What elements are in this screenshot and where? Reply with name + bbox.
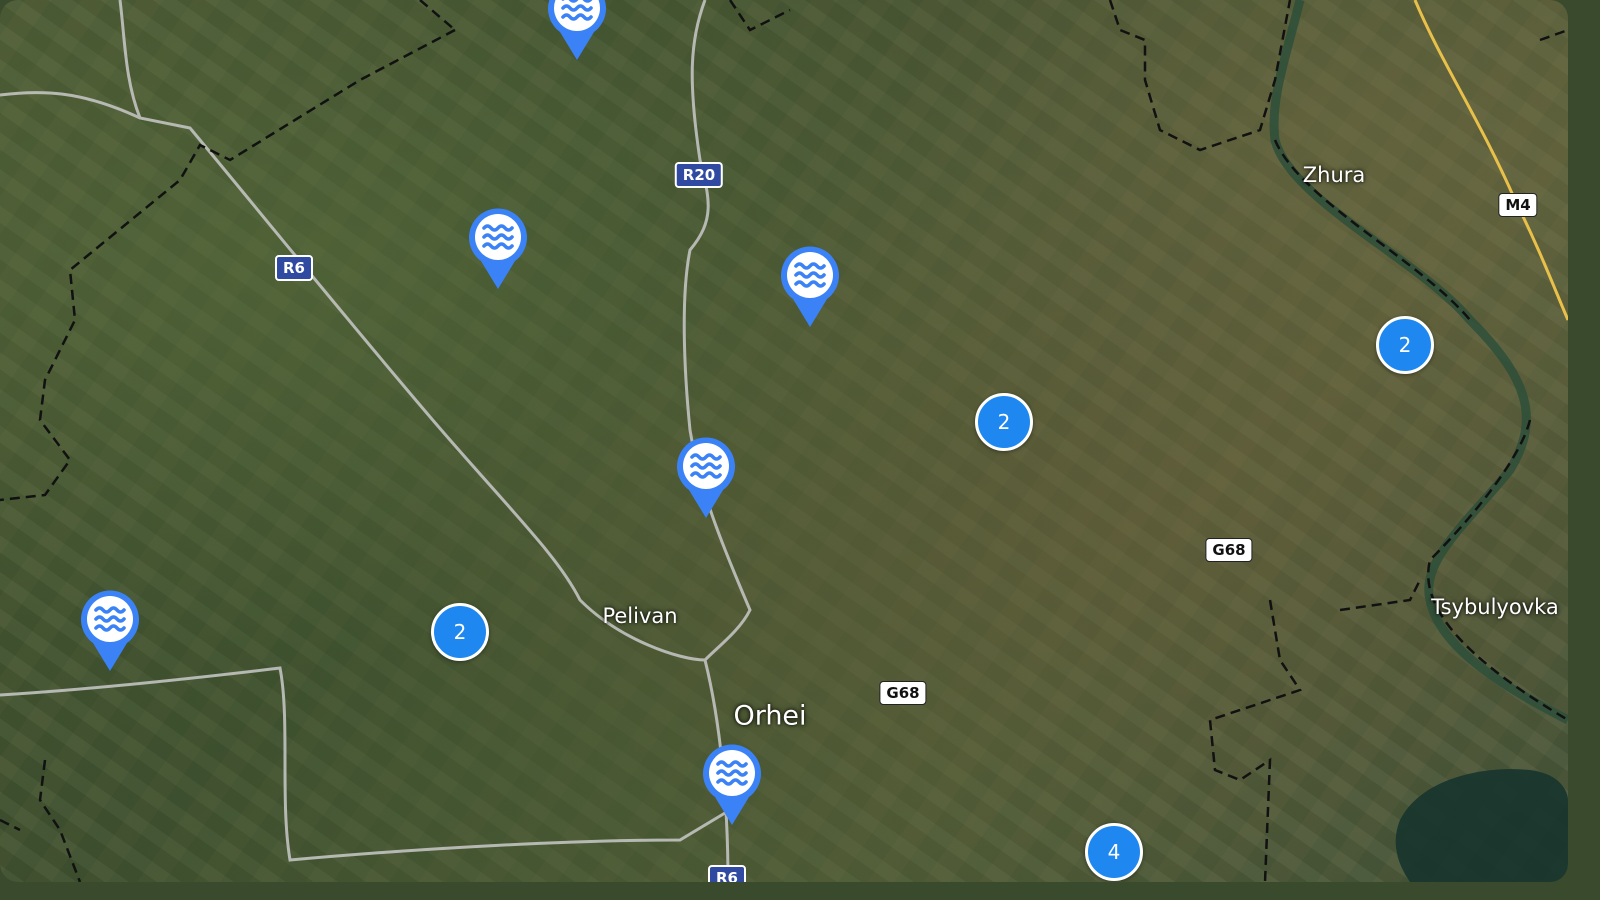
water-waves-icon [677, 437, 735, 518]
admin-borders [0, 0, 1568, 882]
place-label-zhura: Zhura [1302, 163, 1366, 187]
place-label-tsybulyovka: Tsybulyovka [1431, 595, 1559, 619]
road-shield-r6: R6 [708, 865, 746, 882]
water-station-pin[interactable] [779, 245, 841, 329]
road-shield-g68: G68 [1205, 538, 1253, 562]
place-label-pelivan: Pelivan [602, 604, 678, 628]
water-station-pin[interactable] [79, 589, 141, 673]
road-shield-r20: R20 [674, 162, 724, 188]
station-cluster[interactable]: 2 [1376, 316, 1434, 374]
water-station-pin[interactable] [546, 0, 608, 62]
road-shield-r6: R6 [275, 255, 313, 281]
highway [1413, 0, 1568, 321]
water-waves-icon [469, 208, 527, 289]
water-waves-icon [703, 744, 761, 825]
station-cluster[interactable]: 2 [975, 393, 1033, 451]
satellite-map[interactable]: Zhura Tsybulyovka Pelivan Orhei R20 R6 M… [0, 0, 1568, 882]
map-overlay [0, 0, 1568, 882]
water-station-pin[interactable] [675, 436, 737, 520]
water-waves-icon [81, 590, 139, 671]
water-station-pin[interactable] [701, 743, 763, 827]
station-cluster[interactable]: 2 [431, 603, 489, 661]
roads [0, 0, 752, 882]
road-shield-m4: M4 [1498, 193, 1538, 217]
road-shield-g68: G68 [879, 681, 927, 705]
place-label-orhei: Orhei [733, 700, 807, 732]
station-cluster[interactable]: 4 [1085, 823, 1143, 881]
water-waves-icon [548, 0, 606, 60]
water-waves-icon [781, 246, 839, 327]
lake [1395, 769, 1568, 882]
water-station-pin[interactable] [467, 207, 529, 291]
